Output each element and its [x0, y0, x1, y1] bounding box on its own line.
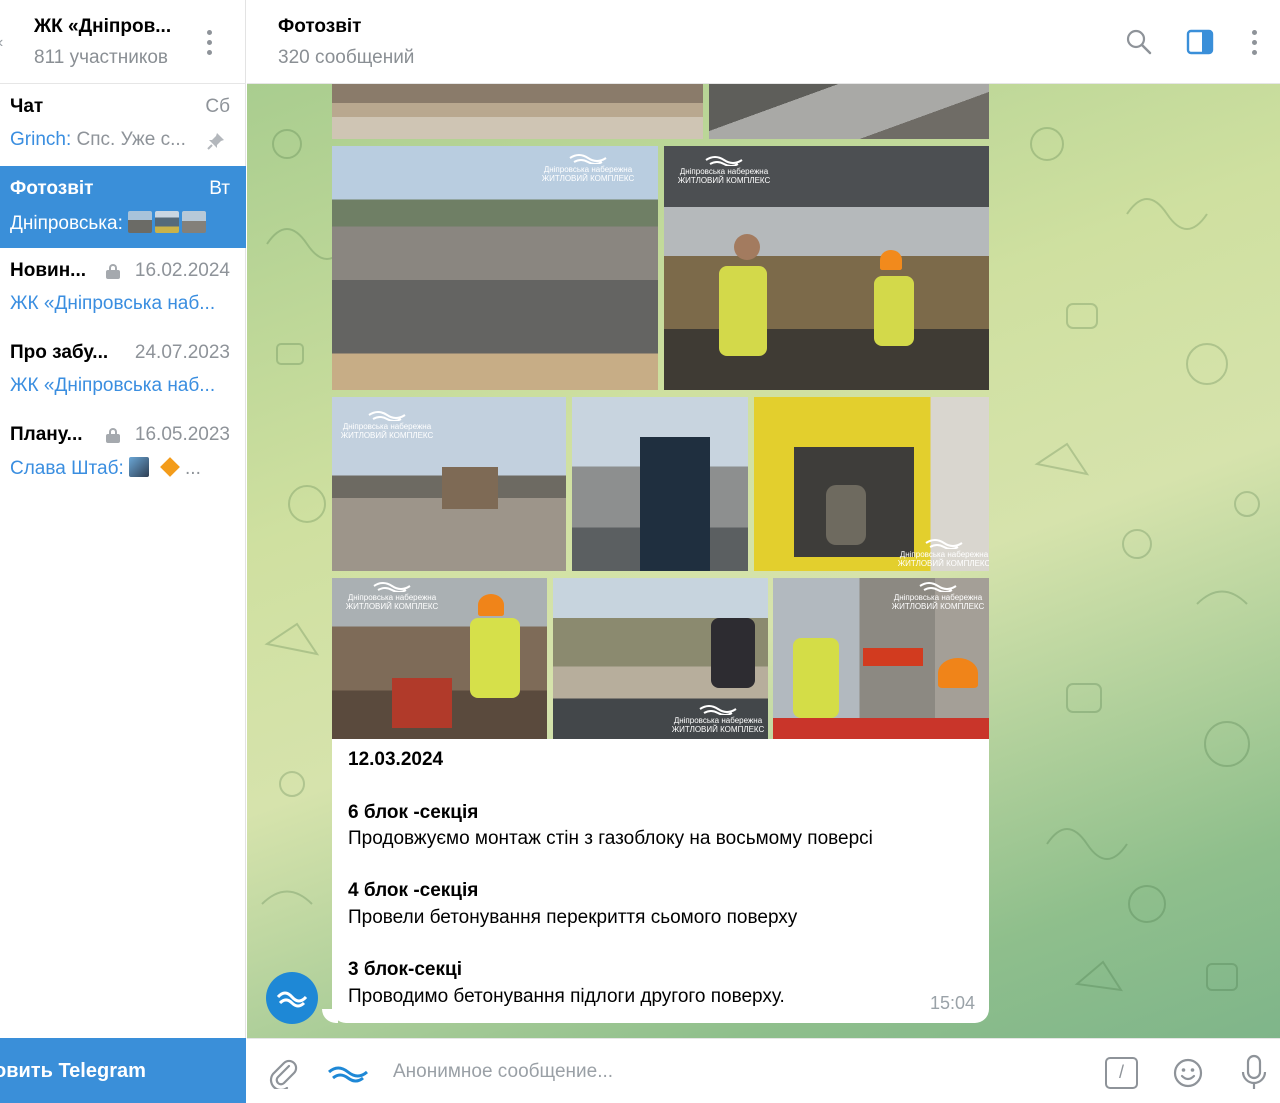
topic-item-chat[interactable]: Чат Сб Grinch: Спс. Уже с...	[0, 84, 246, 166]
topic-preview: ЖК «Дніпровська наб...	[10, 375, 216, 396]
building-emoji-icon	[129, 457, 150, 477]
emoji-icon[interactable]	[1172, 1057, 1204, 1089]
topic-name: Чат	[10, 96, 44, 117]
group-members-count: 811 участников	[34, 47, 169, 68]
album-photo[interactable]: Дніпровська набережна ЖИТЛОВИЙ КОМПЛЕКС	[332, 397, 566, 571]
topic-sender: Grinch:	[10, 129, 72, 150]
section-text: Проводимо бетонування підлоги другого по…	[348, 986, 785, 1007]
topic-date: Сб	[205, 96, 230, 117]
album-photo[interactable]: Дніпровська набережна ЖИТЛОВИЙ КОМПЛЕКС	[332, 146, 658, 390]
topic-name: Фотозвіт	[10, 178, 94, 199]
topic-preview: Grinch: Спс. Уже с...	[10, 129, 186, 151]
album-photo[interactable]	[572, 397, 748, 571]
topic-date: 24.07.2023	[134, 342, 230, 363]
topic-item-news[interactable]: Новин... 16.02.2024 ЖК «Дніпровська наб.…	[0, 248, 246, 330]
topic-preview: Дніпровська:	[10, 211, 209, 235]
chat-area: Дніпровська набережна ЖИТЛОВИЙ КОМПЛЕКС Д…	[247, 84, 1280, 1038]
album-photo[interactable]	[709, 84, 989, 139]
topic-date: 16.02.2024	[134, 260, 230, 281]
photo-thumbnail	[155, 211, 180, 233]
message-count: 320 сообщений	[278, 47, 415, 68]
topic-date: 16.05.2023	[134, 424, 230, 445]
topic-preview: ЖК «Дніпровська наб...	[10, 293, 216, 314]
group-title: ЖК «Дніпров...	[34, 16, 172, 37]
lock-icon	[106, 264, 120, 279]
pin-icon	[207, 133, 224, 150]
topics-sidebar: ‹ ЖК «Дніпров... 811 участников Чат Сб G…	[0, 0, 246, 1103]
topic-sender: Дніпровська:	[10, 213, 123, 234]
album-photo[interactable]: Дніпровська набережна ЖИТЛОВИЙ КОМПЛЕКС	[773, 578, 989, 739]
album-watermark: Дніпровська набережна ЖИТЛОВИЙ КОМПЛЕКС	[528, 152, 648, 183]
sender-avatar[interactable]	[266, 972, 318, 1024]
more-vertical-icon[interactable]	[207, 30, 213, 58]
album-photo[interactable]: Дніпровська набережна ЖИТЛОВИЙ КОМПЛЕКС	[332, 578, 547, 739]
section-title: 6 блок -секція	[348, 802, 479, 823]
search-icon[interactable]	[1125, 28, 1153, 56]
sidebar-header[interactable]: ‹ ЖК «Дніпров... 811 участников	[0, 0, 246, 84]
slash-icon: /	[1119, 1062, 1125, 1082]
topic-item-plans[interactable]: Плану... 16.05.2023 Слава Штаб: ...	[0, 412, 246, 494]
topic-date: Вт	[209, 178, 230, 199]
topic-preview: Слава Штаб: ...	[10, 457, 201, 480]
bot-commands-button[interactable]: /	[1105, 1057, 1138, 1089]
topic-name: Про забу...	[10, 342, 109, 363]
section-text: Провели бетонування перекриття сьомого п…	[348, 907, 798, 928]
topic-sender: Слава Штаб:	[10, 458, 124, 479]
chat-header: Фотозвіт 320 сообщений	[247, 0, 1280, 84]
topic-item-about-developer[interactable]: Про забу... 24.07.2023 ЖК «Дніпровська н…	[0, 330, 246, 412]
message-date: 12.03.2024	[348, 749, 444, 770]
album-watermark: Дніпровська набережна ЖИТЛОВИЙ КОМПЛЕКС	[332, 580, 452, 611]
album-photo[interactable]: Дніпровська набережна ЖИТЛОВИЙ КОМПЛЕКС	[664, 146, 989, 390]
photo-thumbnail	[128, 211, 153, 233]
album-photo[interactable]: Дніпровська набережна ЖИТЛОВИЙ КОМПЛЕКС	[553, 578, 768, 739]
album-watermark: Дніпровська набережна ЖИТЛОВИЙ КОМПЛЕКС	[883, 580, 989, 611]
update-telegram-button[interactable]: овить Telegram	[0, 1038, 246, 1103]
topic-preview-text: Спс. Уже с...	[71, 129, 186, 150]
orange-diamond-emoji-icon	[160, 457, 180, 477]
album-watermark: Дніпровська набережна ЖИТЛОВИЙ КОМПЛЕКС	[664, 154, 784, 185]
message-time: 15:04	[929, 993, 975, 1013]
album-watermark: Дніпровська набережна ЖИТЛОВИЙ КОМПЛЕКС	[663, 703, 768, 734]
side-panel-icon[interactable]	[1186, 28, 1214, 56]
message-bubble[interactable]: 12.03.2024 6 блок -секція Продовжуємо мо…	[332, 739, 989, 1023]
section-title: 3 блок-секці	[348, 959, 462, 980]
anonymous-sender-icon[interactable]	[327, 1063, 369, 1083]
paperclip-icon[interactable]	[267, 1057, 299, 1089]
album-photo[interactable]: Дніпровська набережна ЖИТЛОВИЙ КОМПЛЕКС	[754, 397, 989, 571]
lock-icon	[106, 428, 120, 443]
section-text: Продовжуємо монтаж стін з газоблоку на в…	[348, 828, 873, 849]
message-composer: /	[247, 1038, 1280, 1103]
more-vertical-icon[interactable]	[1252, 30, 1258, 58]
message-input[interactable]	[393, 1053, 1083, 1091]
topic-name: Новин...	[10, 260, 86, 281]
topic-item-fotozvit[interactable]: Фотозвіт Вт Дніпровська:	[0, 166, 246, 248]
update-telegram-label: овить Telegram	[0, 1060, 146, 1082]
topic-preview-text: ...	[185, 458, 201, 479]
topic-title[interactable]: Фотозвіт	[278, 16, 361, 38]
microphone-icon[interactable]	[1239, 1054, 1269, 1092]
photo-thumbnail	[182, 211, 207, 233]
album-photo[interactable]	[332, 84, 703, 139]
topic-name: Плану...	[10, 424, 83, 445]
back-arrow-icon[interactable]: ‹	[0, 34, 8, 51]
section-title: 4 блок -секція	[348, 880, 479, 901]
album-watermark: Дніпровська набережна ЖИТЛОВИЙ КОМПЛЕКС	[889, 537, 989, 568]
album-watermark: Дніпровська набережна ЖИТЛОВИЙ КОМПЛЕКС	[332, 409, 442, 440]
